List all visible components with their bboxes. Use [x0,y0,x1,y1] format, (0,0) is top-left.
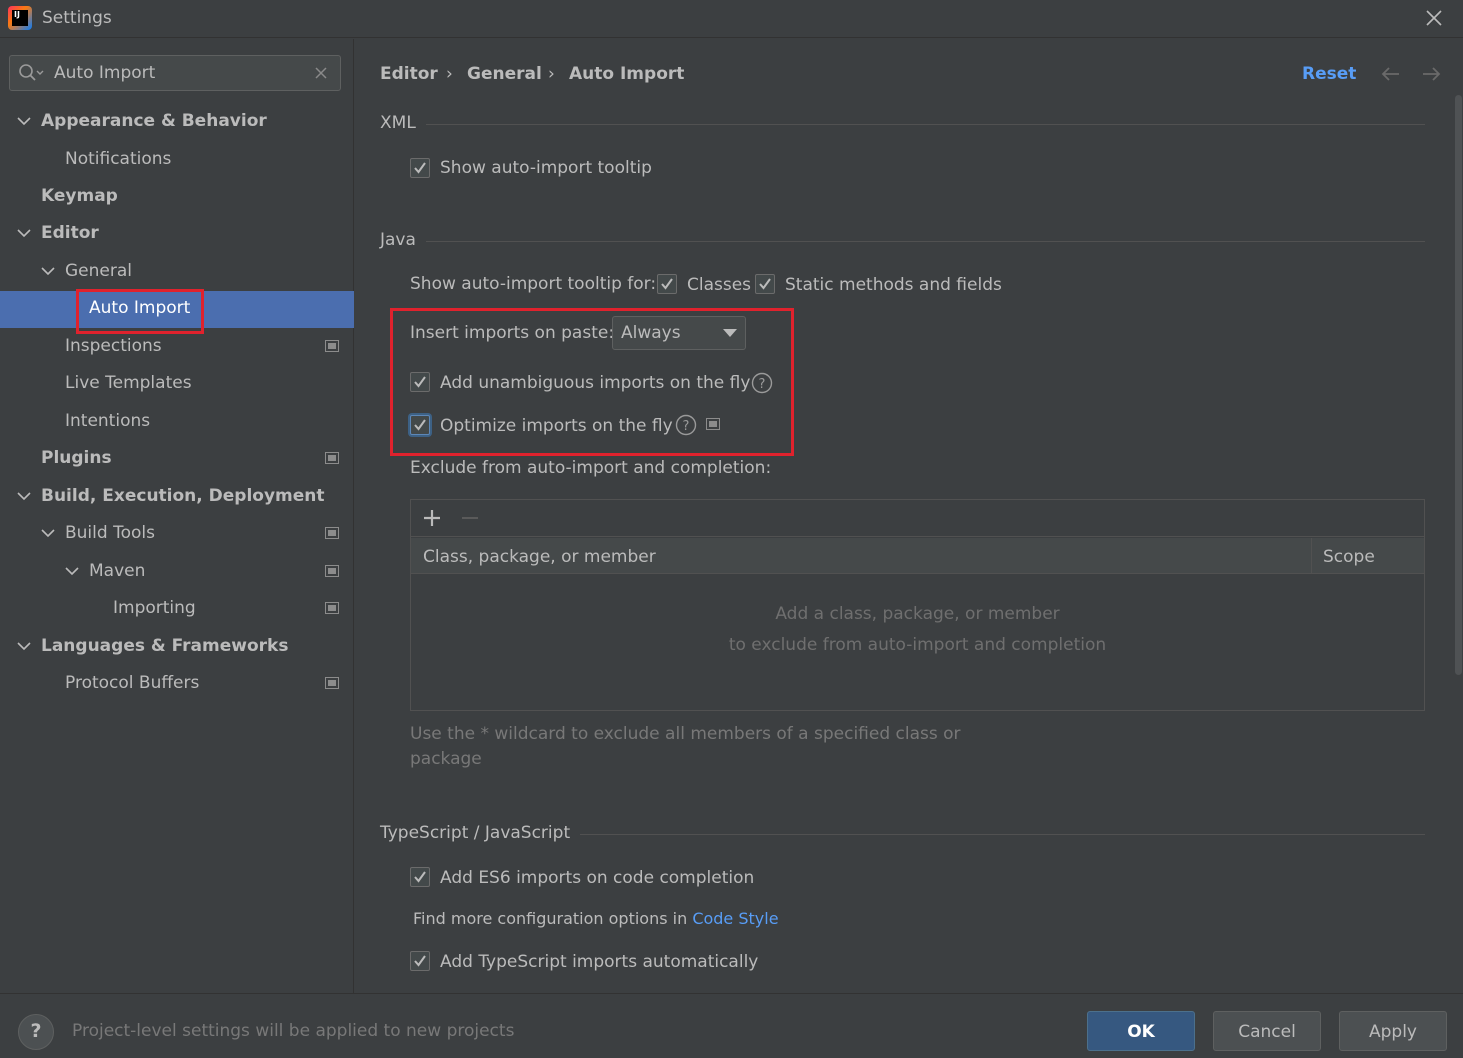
table-empty-text: Add a class, package, or member [775,604,1060,624]
wildcard-hint: package [410,749,482,769]
sidebar-item-label: Languages & Frameworks [41,636,289,656]
breadcrumb-item-general: General [467,64,542,84]
typescript-imports-checkbox[interactable] [410,951,430,971]
sidebar-item-appearance-behavior[interactable]: Appearance & Behavior [0,104,354,141]
title-bar [0,0,1463,38]
minus-icon [458,506,482,530]
breadcrumb-separator: › [548,64,555,84]
column-header-class[interactable]: Class, package, or member [423,547,656,567]
search-icon [18,63,44,83]
sidebar-item-label: Build, Execution, Deployment [41,486,325,506]
cancel-button[interactable]: Cancel [1213,1011,1321,1051]
tooltip-for-label: Show auto-import tooltip for: [410,274,657,294]
sidebar-item-protocol-buffers[interactable]: Protocol Buffers [0,666,354,703]
column-header-scope[interactable]: Scope [1323,547,1375,567]
section-title-java: Java [380,230,426,250]
sidebar-item-label: Live Templates [65,373,192,393]
annotation-highlight-box [390,308,794,456]
exclude-label: Exclude from auto-import and completion: [410,458,772,478]
static-methods-label: Static methods and fields [785,275,1002,295]
sidebar-item-keymap[interactable]: Keymap [0,179,354,216]
table-toolbar [411,500,1424,537]
sidebar-item-importing[interactable]: Importing [0,591,354,628]
project-scope-icon [325,602,339,614]
help-button[interactable]: ? [18,1014,54,1050]
sidebar-item-inspections[interactable]: Inspections [0,329,354,366]
typescript-imports-label: Add TypeScript imports automatically [440,952,759,972]
sidebar-item-label: Inspections [65,336,162,356]
chevron-down-icon[interactable] [40,525,56,541]
sidebar-item-plugins[interactable]: Plugins [0,441,354,478]
section-divider [380,124,1425,125]
plus-icon[interactable] [420,506,444,530]
intellij-app-icon: IJ [8,6,32,30]
section-divider [380,241,1425,242]
search-input[interactable] [50,58,300,88]
sidebar-item-label: Notifications [65,149,172,169]
breadcrumb-separator: › [446,64,453,84]
status-text: Project-level settings will be applied t… [72,1021,515,1041]
chevron-down-icon[interactable] [16,225,32,241]
column-divider[interactable] [1311,538,1312,574]
static-methods-checkbox[interactable] [755,274,775,294]
sidebar-item-notifications[interactable]: Notifications [0,142,354,179]
ok-button[interactable]: OK [1087,1011,1195,1051]
chevron-down-icon[interactable] [16,113,32,129]
close-icon[interactable] [1420,4,1448,32]
classes-checkbox[interactable] [657,274,677,294]
reset-link[interactable]: Reset [1302,64,1356,84]
sidebar-item-build-execution-deployment[interactable]: Build, Execution, Deployment [0,479,354,516]
apply-button[interactable]: Apply [1339,1011,1447,1051]
sidebar-item-label: Appearance & Behavior [41,111,267,131]
project-scope-icon [325,677,339,689]
arrow-left-icon[interactable] [1379,62,1403,86]
section-title-typescript: TypeScript / JavaScript [380,823,581,843]
app-icon-text: IJ [12,10,28,26]
breadcrumb-item-auto-import: Auto Import [569,64,685,84]
project-scope-icon [325,452,339,464]
show-auto-import-tooltip-xml-label: Show auto-import tooltip [440,158,652,178]
show-auto-import-tooltip-xml-checkbox[interactable] [410,158,430,178]
sidebar-item-label: Plugins [41,448,112,468]
chevron-down-icon[interactable] [40,263,56,279]
window-title: Settings [42,8,112,28]
sidebar-item-label: Keymap [41,186,118,206]
chevron-down-icon[interactable] [16,638,32,654]
sidebar-item-editor[interactable]: Editor [0,216,354,253]
project-scope-icon [325,340,339,352]
sidebar-item-maven[interactable]: Maven [0,554,354,591]
sidebar-item-label: General [65,261,132,281]
annotation-highlight-box [76,289,204,334]
sidebar-item-label: Protocol Buffers [65,673,200,693]
project-scope-icon [325,527,339,539]
find-more-label: Find more configuration options in [413,909,688,928]
wildcard-hint: Use the * wildcard to exclude all member… [410,724,961,744]
arrow-right-icon[interactable] [1419,62,1443,86]
sidebar-item-label: Editor [41,223,99,243]
sidebar-item-label: Build Tools [65,523,155,543]
project-scope-icon [325,565,339,577]
question-icon: ? [30,1020,42,1042]
es6-imports-label: Add ES6 imports on code completion [440,868,755,888]
sidebar-item-label: Maven [89,561,146,581]
breadcrumb-item-editor: Editor [380,64,438,84]
sidebar-item-general[interactable]: General [0,254,354,291]
table-empty-text: to exclude from auto-import and completi… [728,635,1107,655]
sidebar-item-build-tools[interactable]: Build Tools [0,516,354,553]
sidebar-item-live-templates[interactable]: Live Templates [0,366,354,403]
sidebar-item-intentions[interactable]: Intentions [0,404,354,441]
es6-imports-checkbox[interactable] [410,867,430,887]
section-title-xml: XML [380,113,426,133]
sidebar-item-label: Intentions [65,411,151,431]
find-more-text: Find more configuration options in Code … [413,909,779,928]
sidebar-item-label: Importing [113,598,196,618]
scrollbar-thumb[interactable] [1455,95,1462,675]
code-style-link[interactable]: Code Style [692,909,778,928]
sidebar-item-languages-frameworks[interactable]: Languages & Frameworks [0,629,354,666]
chevron-down-icon[interactable] [64,563,80,579]
chevron-down-icon[interactable] [16,488,32,504]
clear-icon[interactable] [311,63,331,83]
classes-label: Classes [687,275,752,295]
